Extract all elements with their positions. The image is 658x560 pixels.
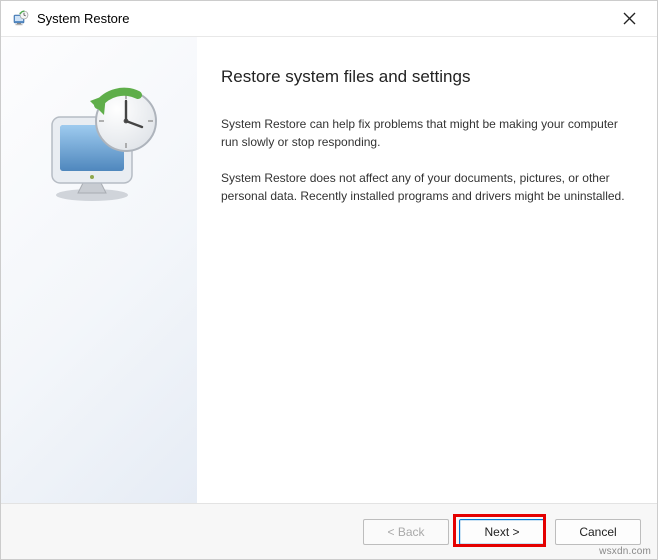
cancel-button[interactable]: Cancel — [555, 519, 641, 545]
wizard-body: Restore system files and settings System… — [1, 37, 657, 503]
content-panel: Restore system files and settings System… — [197, 37, 657, 503]
back-button: < Back — [363, 519, 449, 545]
window-title: System Restore — [37, 11, 609, 26]
system-restore-icon — [11, 10, 29, 28]
next-button[interactable]: Next > — [459, 519, 545, 545]
page-heading: Restore system files and settings — [221, 67, 627, 87]
close-button[interactable] — [609, 4, 649, 34]
system-restore-window: System Restore — [0, 0, 658, 560]
side-panel — [1, 37, 197, 503]
titlebar: System Restore — [1, 1, 657, 37]
watermark-text: wsxdn.com — [599, 546, 651, 557]
wizard-footer: < Back Next > Cancel wsxdn.com — [1, 503, 657, 559]
close-icon — [623, 12, 636, 25]
intro-paragraph-2: System Restore does not affect any of yo… — [221, 169, 627, 205]
intro-paragraph-1: System Restore can help fix problems tha… — [221, 115, 627, 151]
restore-monitor-clock-graphic — [34, 77, 164, 207]
